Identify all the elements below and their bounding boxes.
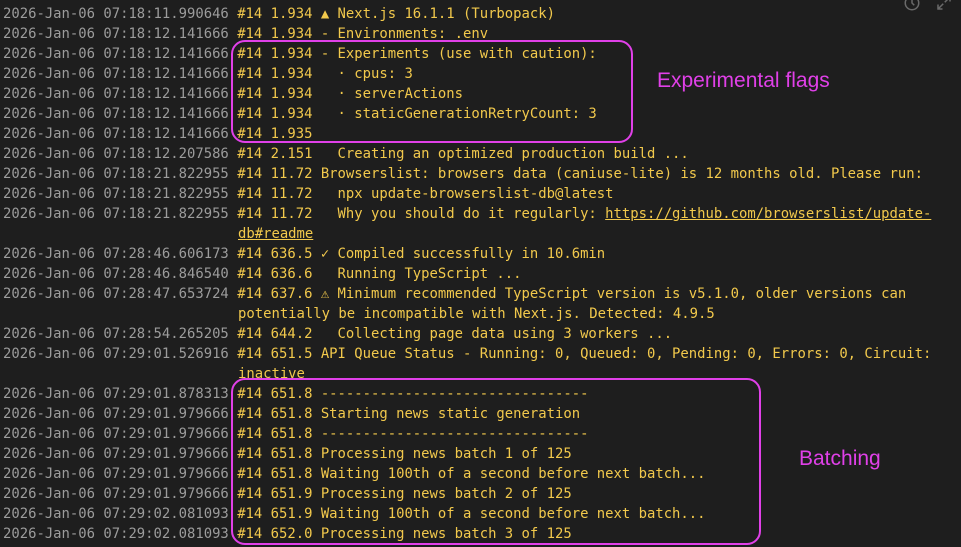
log-timestamp: 2026-Jan-06 07:28:46.606173 (3, 246, 229, 262)
log-timestamp: 2026-Jan-06 07:29:01.979666 (3, 426, 229, 442)
log-timestamp: 2026-Jan-06 07:18:12.141666 (3, 66, 229, 82)
log-timestamp: 2026-Jan-06 07:29:02.081093 (3, 526, 229, 542)
terminal-window[interactable]: 2026-Jan-06 07:18:11.990646 #14 1.934 ▲ … (0, 0, 961, 547)
log-message: #14 651.5 API Queue Status - Running: 0,… (237, 346, 932, 362)
log-line: 2026-Jan-06 07:18:21.822955 #14 11.72 np… (3, 184, 961, 204)
log-message: #14 644.2 Collecting page data using 3 w… (237, 326, 673, 342)
log-message: #14 11.72 Browserslist: browsers data (c… (237, 166, 923, 182)
log-timestamp: 2026-Jan-06 07:29:01.979666 (3, 486, 229, 502)
log-timestamp: 2026-Jan-06 07:29:01.979666 (3, 466, 229, 482)
log-timestamp: 2026-Jan-06 07:18:21.822955 (3, 166, 229, 182)
log-line: 2026-Jan-06 07:18:21.822955 #14 11.72 Br… (3, 164, 961, 184)
batching-label: Batching (799, 447, 881, 470)
log-line: 2026-Jan-06 07:28:47.653724 #14 637.6 ⚠ … (3, 284, 961, 304)
log-link[interactable]: https://github.com/browserslist/update- (605, 206, 931, 222)
log-line: 2026-Jan-06 07:18:21.822955 #14 11.72 Wh… (3, 204, 961, 224)
log-timestamp: 2026-Jan-06 07:18:12.207586 (3, 146, 229, 162)
log-timestamp: 2026-Jan-06 07:29:01.979666 (3, 446, 229, 462)
experimental-flags-label: Experimental flags (657, 69, 830, 92)
log-message: #14 2.151 Creating an optimized producti… (237, 146, 689, 162)
log-line: potentially be incompatible with Next.js… (3, 304, 961, 324)
log-timestamp: 2026-Jan-06 07:28:46.846540 (3, 266, 229, 282)
log-message: #14 1.934 ▲ Next.js 16.1.1 (Turbopack) (237, 6, 555, 22)
log-timestamp: 2026-Jan-06 07:29:02.081093 (3, 506, 229, 522)
log-line: db#readme (3, 224, 961, 244)
log-timestamp: 2026-Jan-06 07:18:12.141666 (3, 126, 229, 142)
log-message: #14 637.6 ⚠ Minimum recommended TypeScri… (237, 286, 907, 302)
log-timestamp: 2026-Jan-06 07:29:01.979666 (3, 406, 229, 422)
log-message: #14 11.72 Why you should do it regularly… (237, 206, 606, 222)
log-line: 2026-Jan-06 07:28:46.846540 #14 636.6 Ru… (3, 264, 961, 284)
log-line: 2026-Jan-06 07:29:01.526916 #14 651.5 AP… (3, 344, 961, 364)
log-continuation: db#readme (3, 226, 313, 242)
log-line: 2026-Jan-06 07:18:11.990646 #14 1.934 ▲ … (3, 4, 961, 24)
batching-highlight (231, 378, 761, 545)
log-message: #14 636.5 ✓ Compiled successfully in 10.… (237, 246, 606, 262)
log-line: 2026-Jan-06 07:28:46.606173 #14 636.5 ✓ … (3, 244, 961, 264)
log-timestamp: 2026-Jan-06 07:18:12.141666 (3, 106, 229, 122)
log-message: potentially be incompatible with Next.js… (238, 306, 715, 322)
log-timestamp: 2026-Jan-06 07:18:12.141666 (3, 46, 229, 62)
log-continuation: potentially be incompatible with Next.js… (3, 306, 715, 322)
log-timestamp: 2026-Jan-06 07:18:21.822955 (3, 186, 229, 202)
log-timestamp: 2026-Jan-06 07:18:12.141666 (3, 86, 229, 102)
log-message: #14 11.72 npx update-browserslist-db@lat… (237, 186, 614, 202)
log-timestamp: 2026-Jan-06 07:29:01.878313 (3, 386, 229, 402)
log-line: 2026-Jan-06 07:18:12.207586 #14 2.151 Cr… (3, 144, 961, 164)
log-timestamp: 2026-Jan-06 07:18:21.822955 (3, 206, 229, 222)
log-line: 2026-Jan-06 07:28:54.265205 #14 644.2 Co… (3, 324, 961, 344)
experimental-flags-highlight (231, 40, 633, 143)
log-timestamp: 2026-Jan-06 07:28:47.653724 (3, 286, 229, 302)
log-timestamp: 2026-Jan-06 07:29:01.526916 (3, 346, 229, 362)
log-message: #14 636.6 Running TypeScript ... (237, 266, 522, 282)
log-timestamp: 2026-Jan-06 07:18:11.990646 (3, 6, 229, 22)
log-timestamp: 2026-Jan-06 07:18:12.141666 (3, 26, 229, 42)
log-link[interactable]: db#readme (238, 226, 313, 242)
log-timestamp: 2026-Jan-06 07:28:54.265205 (3, 326, 229, 342)
